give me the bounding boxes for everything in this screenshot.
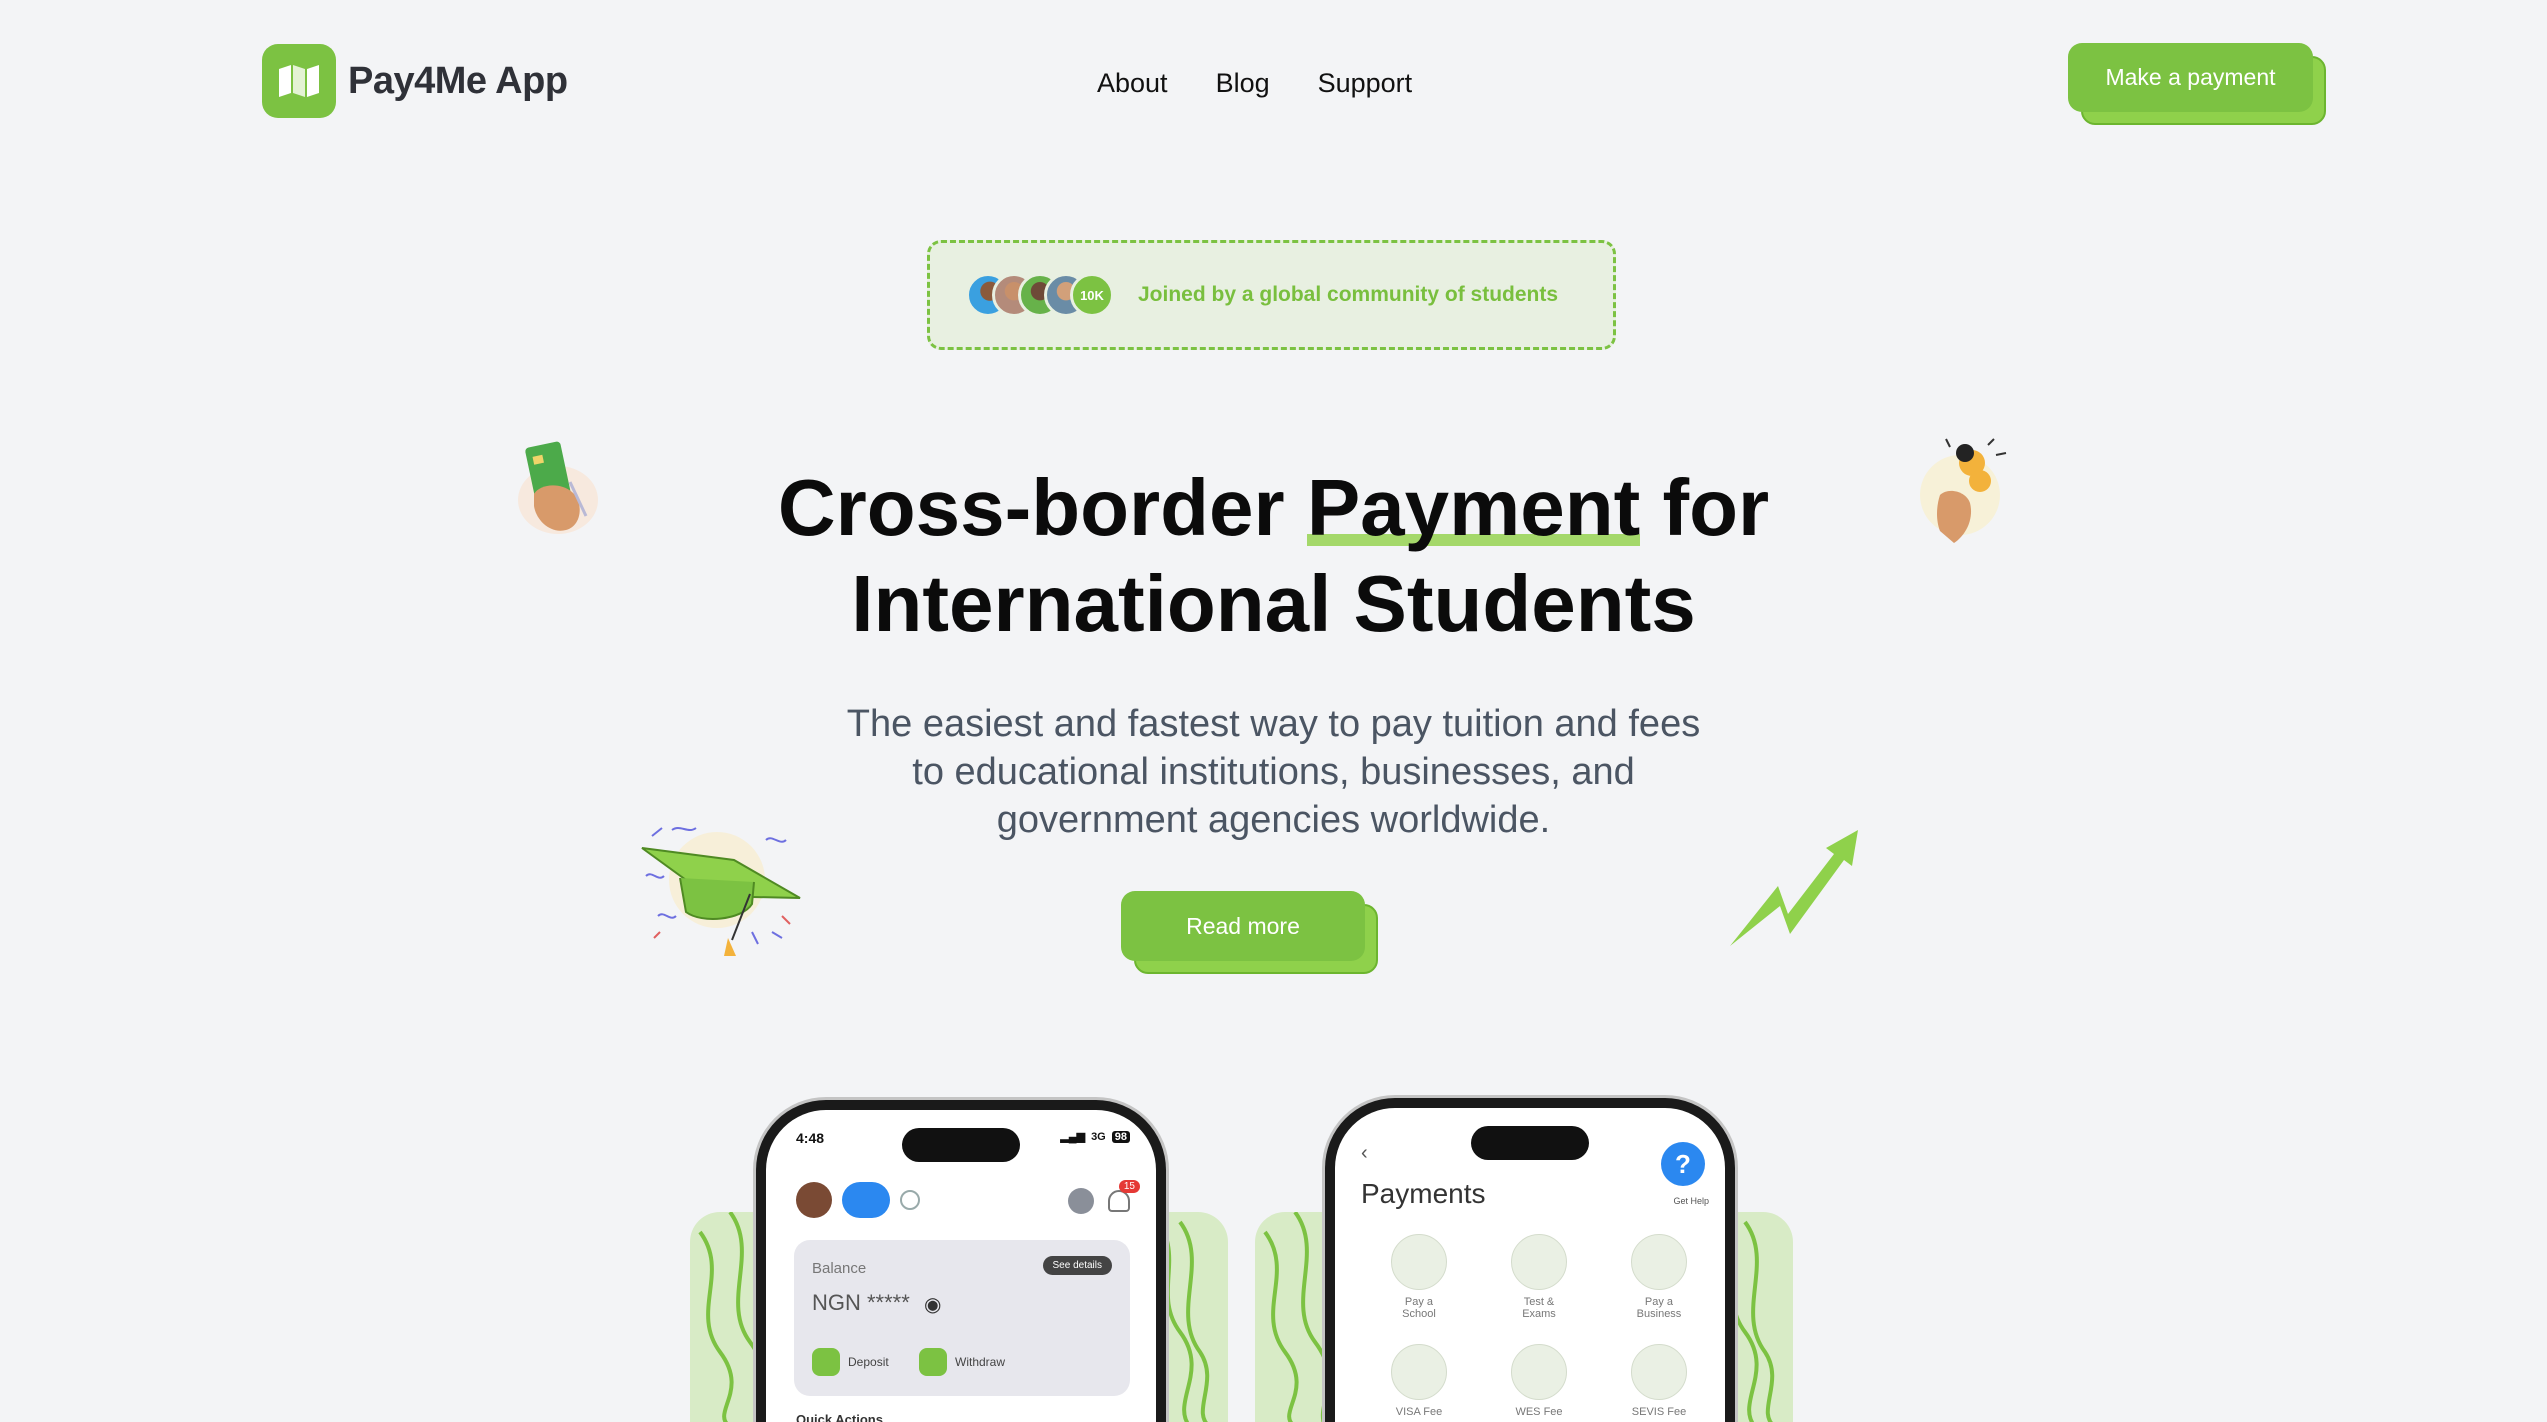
- hero-subtitle-line3: government agencies worldwide.: [996, 799, 1551, 841]
- hero-subtitle-line2: to educational institutions, businesses,…: [912, 751, 1635, 793]
- home-tab-icon[interactable]: [842, 1182, 890, 1218]
- option-label: Business: [1636, 1308, 1682, 1320]
- support-icon[interactable]: [1068, 1188, 1094, 1214]
- back-chevron-icon[interactable]: ‹: [1361, 1142, 1368, 1165]
- notification-badge: 15: [1118, 1180, 1140, 1193]
- community-badge: 10K Joined by a global community of stud…: [927, 240, 1616, 350]
- wes-icon: [1511, 1344, 1567, 1400]
- wes-fee-option[interactable]: WES Fee: [1479, 1344, 1599, 1418]
- battery-icon: 98: [1111, 1130, 1130, 1143]
- payments-title: Payments: [1361, 1178, 1486, 1209]
- sevis-icon: [1631, 1344, 1687, 1400]
- read-more-button[interactable]: Read more: [1121, 891, 1365, 961]
- nav-blog[interactable]: Blog: [1216, 68, 1270, 99]
- withdraw-icon: [919, 1348, 947, 1376]
- school-icon: [1391, 1234, 1447, 1290]
- deposit-label: Deposit: [848, 1355, 889, 1369]
- hero-subtitle-line1: The easiest and fastest way to pay tuiti…: [846, 703, 1701, 745]
- hero-subtitle: The easiest and fastest way to pay tuiti…: [0, 700, 2547, 844]
- option-label: Pay a: [1644, 1296, 1674, 1308]
- pay-school-option[interactable]: Pay a School: [1359, 1234, 1479, 1320]
- option-label: School: [1402, 1308, 1436, 1320]
- make-payment-button[interactable]: Make a payment: [2068, 43, 2313, 112]
- hero-title-highlight: Payment: [1306, 460, 1641, 556]
- make-payment-button-wrap: Make a payment: [2068, 43, 2326, 125]
- exam-icon: [1511, 1234, 1567, 1290]
- bell-icon[interactable]: [1108, 1190, 1130, 1212]
- balance-value: NGN *****: [812, 1290, 910, 1315]
- avatar-stack: 10K: [966, 273, 1114, 317]
- withdraw-button[interactable]: Withdraw: [919, 1348, 1005, 1376]
- option-label: Pay a: [1404, 1296, 1434, 1308]
- deposit-icon: [812, 1348, 840, 1376]
- option-label: SEVIS Fee: [1631, 1406, 1687, 1418]
- logo[interactable]: Pay4Me App: [262, 44, 568, 118]
- hero-title-part2: for: [1662, 463, 1770, 552]
- growth-arrow-illustration: [1730, 830, 1858, 946]
- quick-actions-heading: Quick Actions: [796, 1412, 883, 1422]
- phone-mockup-home: 4:48 ▂▄▆ 3G 98 15 Balance See details NG…: [756, 1100, 1166, 1422]
- nav-about[interactable]: About: [1097, 68, 1168, 99]
- option-label: WES Fee: [1515, 1406, 1563, 1418]
- payment-options-grid: Pay a School Test & Exams Pay a Business…: [1359, 1234, 1719, 1418]
- balance-card: Balance See details NGN ***** ◉ Deposit …: [794, 1240, 1130, 1396]
- main-nav: About Blog Support: [1097, 68, 1412, 99]
- status-bar-right: ▂▄▆ 3G 98: [1060, 1130, 1130, 1143]
- read-more-button-wrap: Read more: [1121, 891, 1378, 974]
- eye-hidden-icon[interactable]: ◉: [924, 1292, 941, 1317]
- community-count-badge: 10K: [1070, 273, 1114, 317]
- test-exams-option[interactable]: Test & Exams: [1479, 1234, 1599, 1320]
- avatar[interactable]: [796, 1182, 832, 1218]
- community-text: Joined by a global community of students: [1138, 283, 1559, 306]
- sevis-fee-option[interactable]: SEVIS Fee: [1599, 1344, 1719, 1418]
- status-time: 4:48: [796, 1130, 825, 1146]
- chat-tab-icon[interactable]: [900, 1190, 920, 1210]
- get-help-label: Get Help: [1673, 1196, 1709, 1206]
- logo-text: Pay4Me App: [348, 59, 568, 102]
- deposit-button[interactable]: Deposit: [812, 1348, 889, 1376]
- option-label: Exams: [1522, 1308, 1556, 1320]
- signal-icon: ▂▄▆: [1060, 1131, 1086, 1143]
- phone-mockup-payments: ‹ Payments ? Get Help Pay a School Test …: [1325, 1098, 1735, 1422]
- nav-support[interactable]: Support: [1318, 68, 1413, 99]
- withdraw-label: Withdraw: [955, 1355, 1006, 1369]
- option-label: Test &: [1523, 1296, 1555, 1308]
- visa-icon: [1391, 1344, 1447, 1400]
- help-icon[interactable]: ?: [1661, 1142, 1705, 1186]
- hero-title-part1: Cross-border: [777, 463, 1285, 552]
- dynamic-island: [1471, 1126, 1589, 1160]
- hero-title-line2: International Students: [851, 559, 1696, 648]
- dynamic-island: [902, 1128, 1020, 1162]
- visa-fee-option[interactable]: VISA Fee: [1359, 1344, 1479, 1418]
- network-label: 3G: [1091, 1130, 1106, 1143]
- balance-label: Balance: [812, 1260, 867, 1277]
- business-icon: [1631, 1234, 1687, 1290]
- see-details-button[interactable]: See details: [1042, 1256, 1112, 1275]
- hero-title: Cross-border Payment for International S…: [0, 460, 2547, 652]
- logo-icon: [262, 44, 336, 118]
- option-label: VISA Fee: [1395, 1406, 1443, 1418]
- pay-business-option[interactable]: Pay a Business: [1599, 1234, 1719, 1320]
